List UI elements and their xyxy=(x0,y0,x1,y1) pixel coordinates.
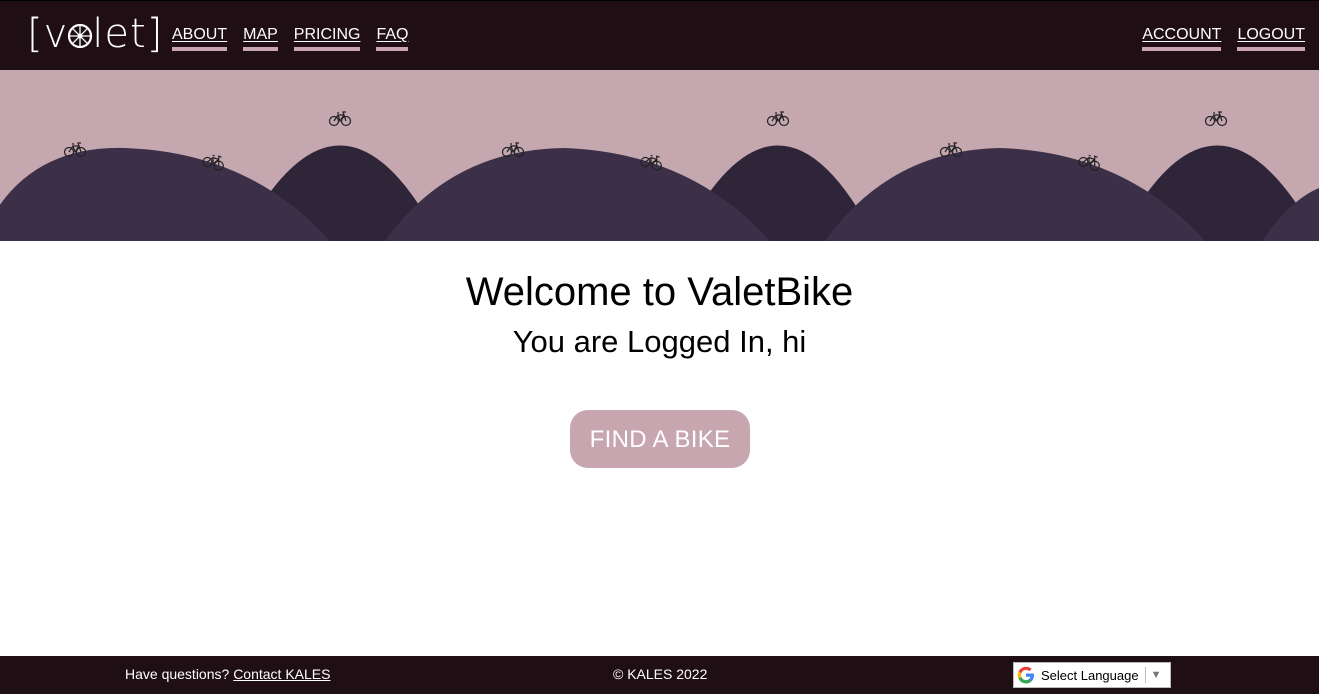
google-icon xyxy=(1017,666,1034,684)
footer: Have questions? Contact KALES © KALES 20… xyxy=(0,656,1319,694)
bike-wheel-icon xyxy=(68,23,93,49)
chevron-down-icon: ▼ xyxy=(1150,669,1162,681)
valet-logo[interactable]: [v let] xyxy=(27,13,163,55)
hero-hills-banner xyxy=(0,70,1319,241)
nav-account-link[interactable]: ACCOUNT xyxy=(1142,26,1222,51)
bike-icon xyxy=(1204,111,1228,127)
logo-text-right: let] xyxy=(92,11,164,57)
logged-in-message: You are Logged In, hi xyxy=(512,324,807,359)
logo-text-left: [v xyxy=(27,11,69,57)
bike-icon xyxy=(328,111,352,127)
language-select-label: Select Language xyxy=(1041,667,1139,683)
bike-icon xyxy=(766,111,790,127)
find-a-bike-button[interactable]: FIND A BIKE xyxy=(570,410,750,468)
front-hill xyxy=(385,148,770,241)
account-nav: ACCOUNT LOGOUT xyxy=(1142,26,1305,51)
front-hill xyxy=(825,148,1205,241)
nav-pricing-link[interactable]: PRICING xyxy=(293,26,361,51)
primary-nav: ABOUT MAP PRICING FAQ xyxy=(172,26,409,51)
divider xyxy=(1144,667,1146,683)
nav-about-link[interactable]: ABOUT xyxy=(172,26,228,51)
navbar: [v let] ABOUT MAP PRICING FAQ ACCOUNT LO… xyxy=(0,0,1319,70)
welcome-heading: Welcome to ValetBike xyxy=(465,270,854,314)
hills-illustration xyxy=(0,111,1319,241)
language-select[interactable]: Select Language ▼ xyxy=(1013,662,1171,688)
copyright-text: © KALES 2022 xyxy=(613,666,708,682)
footer-questions: Have questions? Contact KALES xyxy=(125,666,330,682)
footer-question-text: Have questions? xyxy=(125,666,230,682)
contact-link[interactable]: Contact KALES xyxy=(233,666,330,682)
nav-faq-link[interactable]: FAQ xyxy=(376,26,409,51)
nav-logout-link[interactable]: LOGOUT xyxy=(1237,26,1305,51)
nav-map-link[interactable]: MAP xyxy=(243,26,278,51)
